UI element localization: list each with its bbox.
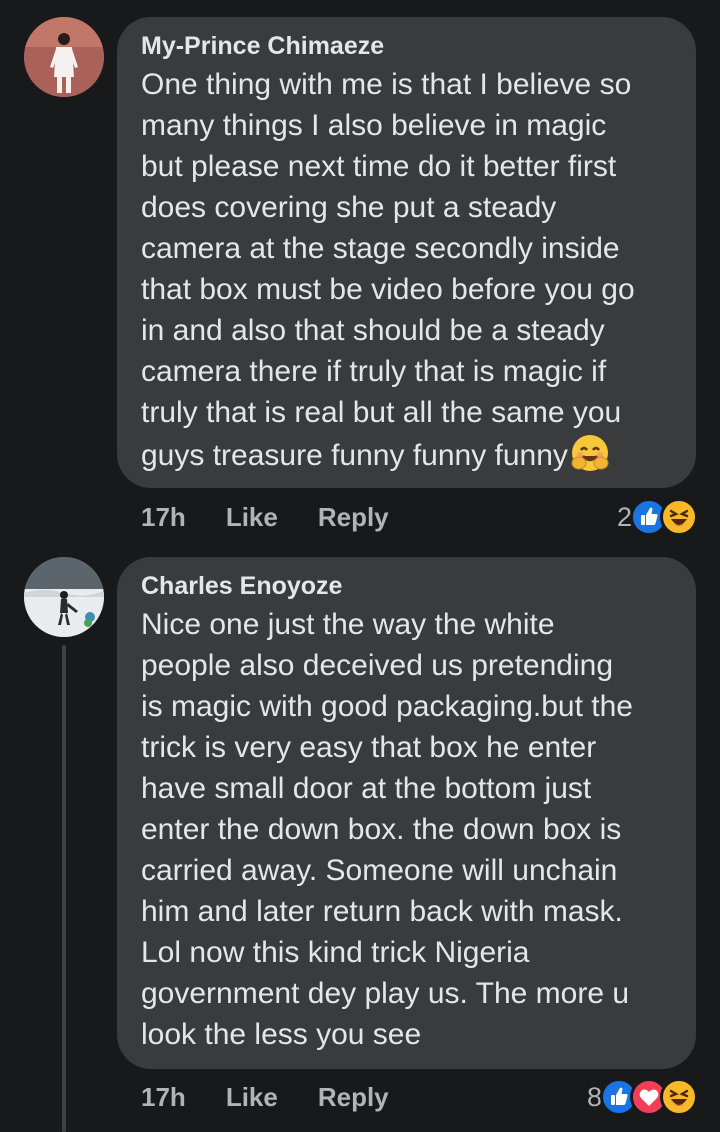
comment-actions: 17h Like Reply	[141, 1077, 429, 1117]
comment-actions: 17h Like Reply	[141, 497, 429, 537]
like-button[interactable]: Like	[226, 502, 278, 533]
smiling-face-with-hands-icon	[571, 435, 609, 471]
comments-page: My-Prince Chimaeze One thing with me is …	[0, 0, 720, 1132]
comment-timestamp[interactable]: 17h	[141, 502, 186, 533]
thread-line	[62, 645, 66, 1132]
avatar-photo	[24, 557, 104, 637]
like-button[interactable]: Like	[226, 1082, 278, 1113]
comment-bubble[interactable]: Charles Enoyoze Nice one just the way th…	[117, 557, 696, 1069]
reaction-summary[interactable]: 8	[587, 1077, 698, 1117]
avatar-photo	[24, 17, 104, 97]
avatar[interactable]	[24, 17, 104, 97]
reaction-summary[interactable]: 2	[617, 497, 698, 537]
comment-author[interactable]: My-Prince Chimaeze	[141, 31, 672, 61]
comment-bubble[interactable]: My-Prince Chimaeze One thing with me is …	[117, 17, 696, 488]
comment-timestamp[interactable]: 17h	[141, 1082, 186, 1113]
avatar[interactable]	[24, 557, 104, 637]
reply-button[interactable]: Reply	[318, 1082, 389, 1113]
comment-author[interactable]: Charles Enoyoze	[141, 571, 672, 601]
haha-icon	[660, 1078, 698, 1116]
comment-text: One thing with me is that I believe so m…	[141, 68, 635, 472]
reply-button[interactable]: Reply	[318, 502, 389, 533]
haha-icon	[660, 498, 698, 536]
comment-text: Nice one just the way the white people a…	[141, 608, 633, 1051]
